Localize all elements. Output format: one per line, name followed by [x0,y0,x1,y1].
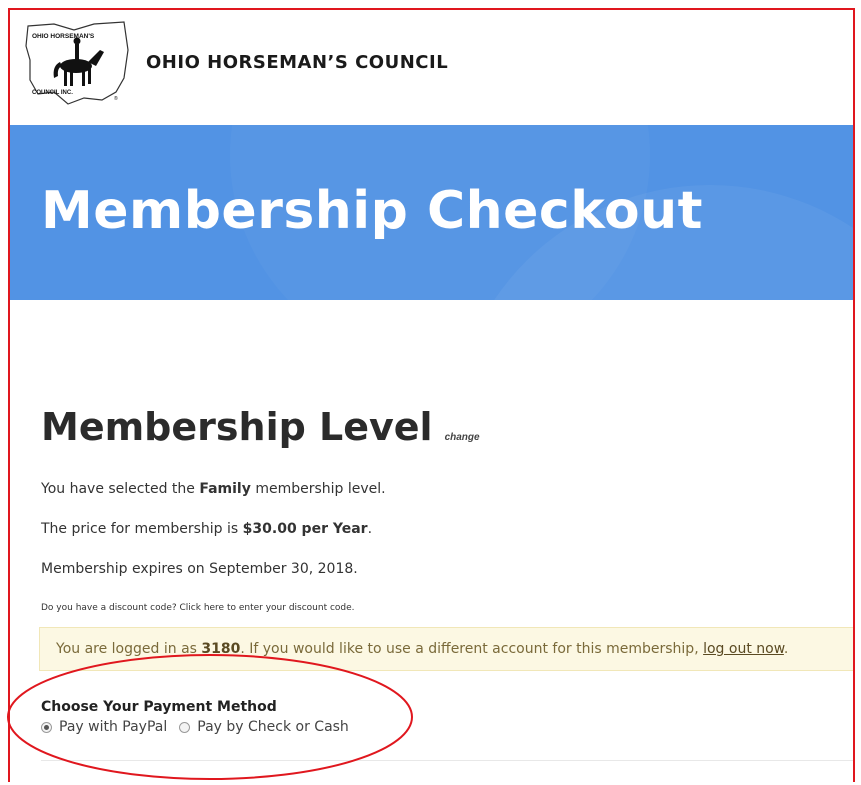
notice-prefix: You are logged in as [56,641,202,657]
notice-suffix: . [783,641,789,657]
membership-level-heading: Membership Level [41,405,433,449]
page-title: Membership Checkout [41,181,704,241]
check-cash-option[interactable]: Pay by Check or Cash [179,719,349,735]
logged-in-notice: You are logged in as 3180. If you would … [39,627,853,671]
ohio-horsemans-council-logo[interactable]: OHIO HORSEMAN'S COUNCIL INC. ® [24,20,130,108]
site-title[interactable]: OHIO HORSEMAN’S COUNCIL [146,52,448,73]
check-cash-label[interactable]: Pay by Check or Cash [197,719,349,735]
price-text: The price for membership is $30.00 per Y… [41,521,372,537]
notice-username: 3180 [201,641,241,657]
price-prefix: The price for membership is [41,521,243,537]
selected-prefix: You have selected the [41,481,200,497]
expiration-text: Membership expires on September 30, 2018… [41,561,358,577]
notice-middle: . If you would like to use a different a… [240,641,704,657]
site-header: OHIO HORSEMAN'S COUNCIL INC. ® OHIO HORS… [10,10,853,125]
logo-top-text: OHIO HORSEMAN'S [32,33,95,40]
paypal-radio[interactable] [41,721,52,733]
selected-level-text: You have selected the Family membership … [41,481,386,497]
section-divider [41,760,853,761]
paypal-option[interactable]: Pay with PayPal [41,719,167,735]
log-out-link[interactable]: log out now [703,641,784,657]
level-heading-row: Membership Level change [41,405,480,449]
price-suffix: . [367,521,373,537]
check-cash-radio[interactable] [179,721,191,733]
discount-code-link[interactable]: Do you have a discount code? Click here … [41,603,355,613]
logo-bottom-text: COUNCIL INC. [32,90,73,96]
registered-mark-icon: ® [114,95,118,102]
selected-level-name: Family [199,481,251,497]
hero-banner: Membership Checkout [10,125,853,300]
payment-options: Pay with PayPal Pay by Check or Cash [41,719,361,735]
payment-method-title: Choose Your Payment Method [41,699,277,715]
selected-suffix: membership level. [250,481,386,497]
price-value: $30.00 per Year [242,521,368,537]
paypal-label[interactable]: Pay with PayPal [59,719,167,735]
change-level-link[interactable]: change [445,432,480,443]
page-frame: OHIO HORSEMAN'S COUNCIL INC. ® OHIO HORS… [8,8,855,782]
